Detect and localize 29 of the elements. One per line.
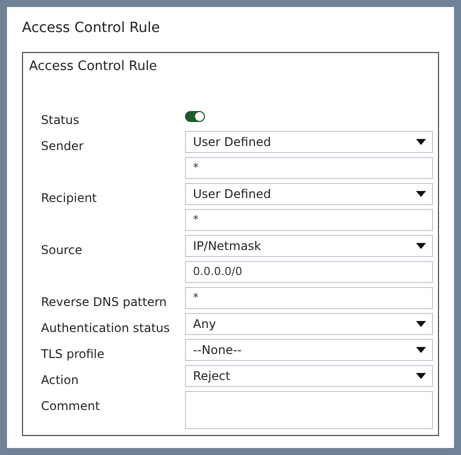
field-label: Recipient [41, 191, 97, 205]
field-label: TLS profile [41, 347, 104, 361]
dropdown-field[interactable]: User Defined [185, 183, 433, 205]
field-label: Sender [41, 139, 84, 153]
caret-icon [416, 139, 426, 145]
comment-field[interactable] [185, 391, 433, 429]
window-title: Access Control Rule [22, 19, 161, 37]
caret-icon [416, 191, 426, 197]
dropdown-field[interactable]: User Defined [185, 131, 433, 153]
caret-icon [416, 373, 426, 379]
dropdown-field[interactable]: Reject [185, 365, 433, 387]
caret-icon [416, 321, 426, 327]
input-field[interactable]: * [185, 157, 433, 179]
dropdown-field[interactable]: IP/Netmask [185, 235, 433, 257]
dropdown-field[interactable]: --None-- [185, 339, 433, 361]
dropdown-field[interactable]: Any [185, 313, 433, 335]
field-label: Source [41, 243, 82, 257]
field-label: Authentication status [41, 321, 170, 335]
field-label: Reverse DNS pattern [41, 295, 167, 309]
field-label: Comment [41, 399, 100, 413]
field-label: Status [41, 113, 80, 127]
status-toggle[interactable] [185, 110, 205, 122]
caret-icon [416, 347, 426, 353]
field-label: Action [41, 373, 79, 387]
panel-title: Access Control Rule [29, 59, 158, 75]
input-field[interactable]: * [185, 287, 433, 309]
input-field[interactable]: 0.0.0.0/0 [185, 261, 433, 283]
input-field[interactable]: * [185, 209, 433, 231]
caret-icon [416, 243, 426, 249]
